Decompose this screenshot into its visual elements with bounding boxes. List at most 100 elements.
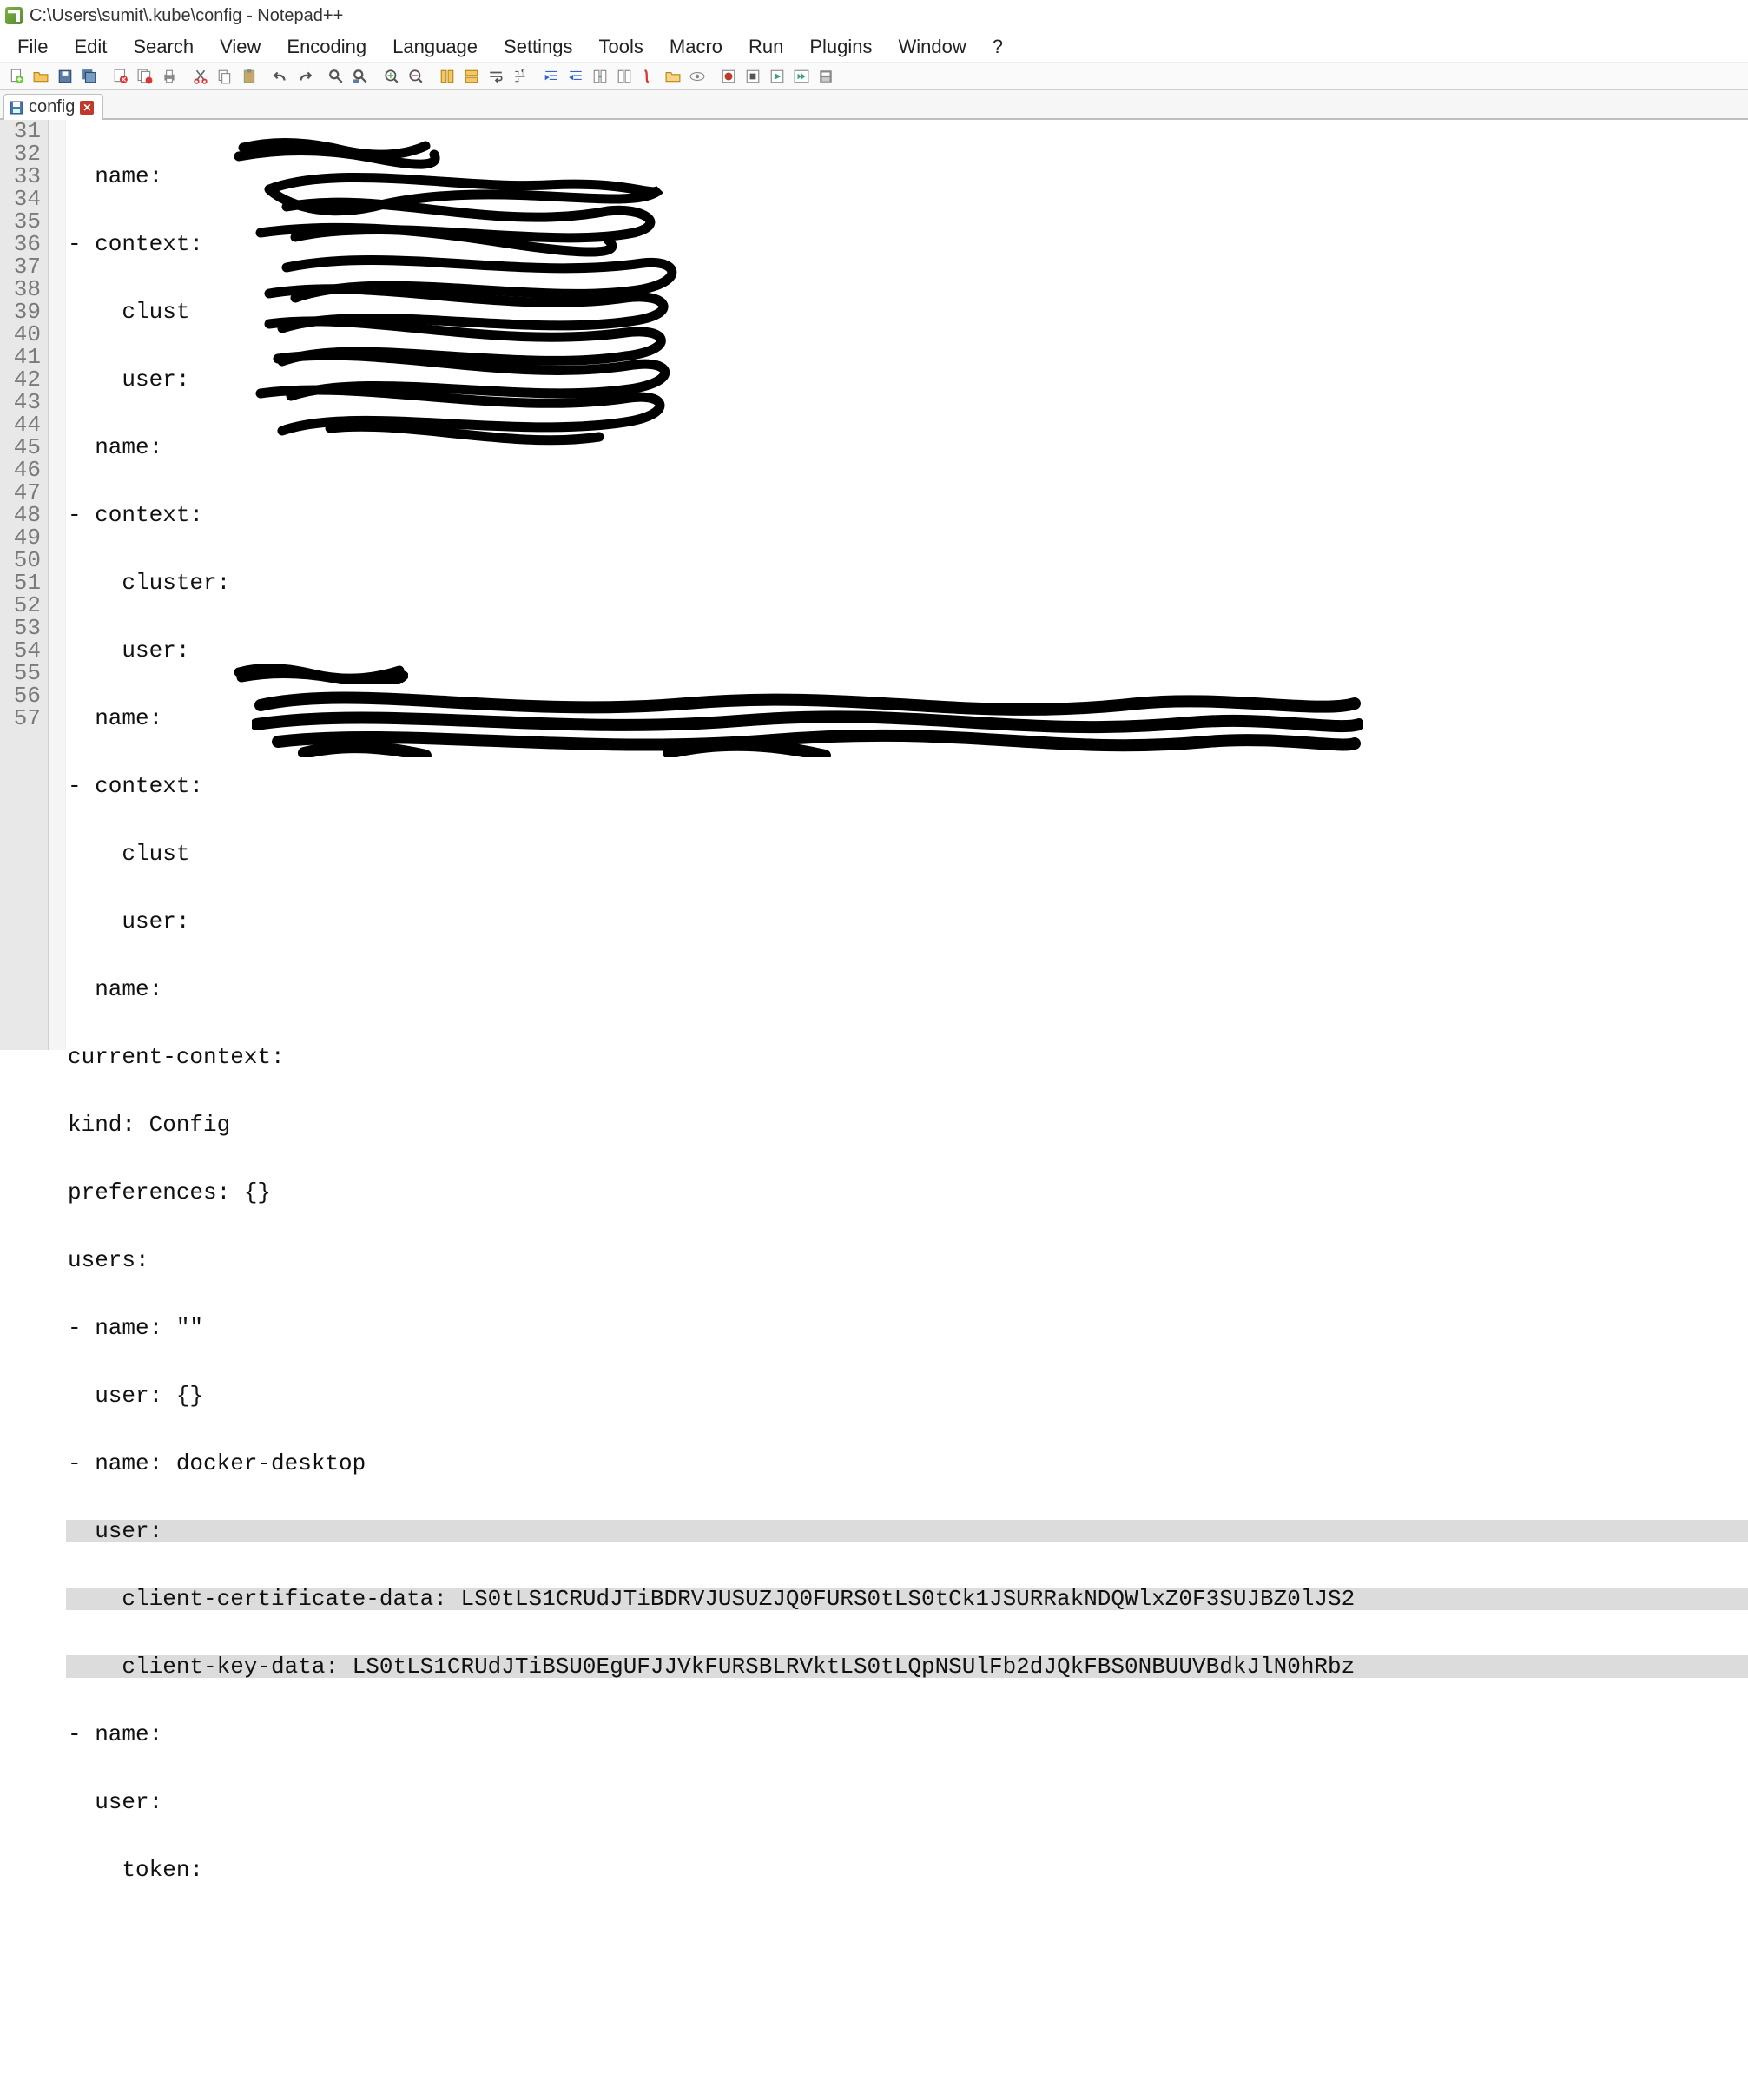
toolbar: ¶ xyxy=(0,63,1748,90)
code-line[interactable]: clust xyxy=(66,842,1748,865)
code-line[interactable]: name: xyxy=(66,707,1748,730)
line-number: 55 xyxy=(0,662,41,684)
find-icon[interactable] xyxy=(325,65,347,88)
code-line[interactable]: user: xyxy=(66,910,1748,933)
code-line[interactable]: - context: xyxy=(66,775,1748,797)
tab-label: config xyxy=(29,97,75,117)
code-line[interactable]: - context: xyxy=(66,504,1748,526)
menu-edit[interactable]: Edit xyxy=(62,32,119,62)
line-number: 52 xyxy=(0,594,41,617)
line-number: 41 xyxy=(0,346,41,368)
print-icon[interactable] xyxy=(158,65,181,88)
replace-icon[interactable] xyxy=(349,65,372,88)
show-all-icon[interactable]: ¶ xyxy=(509,65,531,88)
menu-macro[interactable]: Macro xyxy=(657,32,735,62)
folder-icon[interactable] xyxy=(662,65,684,88)
code-line[interactable]: cluster: xyxy=(66,571,1748,594)
menu-window[interactable]: Window xyxy=(887,32,979,62)
code-line[interactable]: - name: docker-desktop xyxy=(66,1452,1748,1475)
line-number: 49 xyxy=(0,526,41,549)
redo-icon[interactable] xyxy=(294,65,316,88)
svg-text:¶: ¶ xyxy=(521,69,524,76)
save-macro-icon[interactable] xyxy=(815,65,837,88)
code-line[interactable]: token: xyxy=(66,1859,1748,1881)
play-icon[interactable] xyxy=(766,65,788,88)
function-list-icon[interactable] xyxy=(637,65,660,88)
code-line[interactable]: name: xyxy=(66,165,1748,188)
app-icon xyxy=(5,7,23,24)
code-line[interactable]: kind: Config xyxy=(66,1113,1748,1136)
code-line[interactable]: current-context: xyxy=(66,1046,1748,1068)
zoom-in-icon[interactable] xyxy=(380,65,403,88)
menu-run[interactable]: Run xyxy=(736,32,795,62)
menu-settings[interactable]: Settings xyxy=(491,32,585,62)
line-number: 38 xyxy=(0,278,41,300)
line-number: 51 xyxy=(0,571,41,594)
close-all-icon[interactable] xyxy=(134,65,156,88)
outdent-icon[interactable] xyxy=(564,65,587,88)
line-number: 37 xyxy=(0,255,41,278)
menu-tools[interactable]: Tools xyxy=(587,32,656,62)
tab-close-icon[interactable]: ✕ xyxy=(80,101,94,115)
code-area[interactable]: name: - context: clust user: name: - con… xyxy=(66,120,1748,1050)
convert-icon[interactable] xyxy=(589,65,611,88)
code-line[interactable]: user: {} xyxy=(66,1384,1748,1407)
line-number: 46 xyxy=(0,459,41,481)
line-number: 42 xyxy=(0,368,41,391)
menu-encoding[interactable]: Encoding xyxy=(274,32,379,62)
code-line[interactable] xyxy=(66,1926,1748,1949)
code-line[interactable]: user: xyxy=(66,368,1748,391)
menu-language[interactable]: Language xyxy=(380,32,490,62)
line-number: 33 xyxy=(0,165,41,188)
undo-icon[interactable] xyxy=(269,65,292,88)
tab-config[interactable]: config ✕ xyxy=(3,94,103,120)
code-line[interactable]: client-key-data: LS0tLS1CRUdJTiBSU0EgUFJ… xyxy=(66,1655,1748,1678)
monitor-icon[interactable] xyxy=(686,65,709,88)
open-file-icon[interactable] xyxy=(30,65,52,88)
code-line[interactable]: user: xyxy=(66,1520,1748,1542)
save-icon[interactable] xyxy=(54,65,76,88)
cut-icon[interactable] xyxy=(189,65,212,88)
code-line[interactable]: name: xyxy=(66,978,1748,1000)
code-line[interactable]: users: xyxy=(66,1249,1748,1271)
line-number: 43 xyxy=(0,391,41,413)
wrap-icon[interactable] xyxy=(485,65,507,88)
close-icon[interactable] xyxy=(109,65,132,88)
line-number: 48 xyxy=(0,504,41,526)
menu-file[interactable]: File xyxy=(5,32,60,62)
stop-icon[interactable] xyxy=(742,65,764,88)
line-number: 39 xyxy=(0,300,41,323)
line-number: 50 xyxy=(0,549,41,571)
code-line[interactable]: - context: xyxy=(66,233,1748,255)
line-number: 36 xyxy=(0,233,41,255)
indent-icon[interactable] xyxy=(540,65,563,88)
menu-search[interactable]: Search xyxy=(121,32,206,62)
comment-icon[interactable] xyxy=(613,65,636,88)
code-line[interactable]: name: xyxy=(66,436,1748,459)
copy-icon[interactable] xyxy=(214,65,236,88)
zoom-out-icon[interactable] xyxy=(405,65,427,88)
new-file-icon[interactable] xyxy=(5,65,28,88)
line-number: 31 xyxy=(0,120,41,142)
code-line[interactable]: preferences: {} xyxy=(66,1181,1748,1204)
sync-v-icon[interactable] xyxy=(436,65,458,88)
code-line[interactable]: user: xyxy=(66,639,1748,662)
line-number: 45 xyxy=(0,436,41,459)
sync-h-icon[interactable] xyxy=(460,65,483,88)
menu-help[interactable]: ? xyxy=(980,32,1015,62)
window-title: C:\Users\sumit\.kube\config - Notepad++ xyxy=(30,6,343,26)
code-line[interactable]: client-certificate-data: LS0tLS1CRUdJTiB… xyxy=(66,1588,1748,1610)
menu-view[interactable]: View xyxy=(208,32,273,62)
code-line[interactable]: - name: xyxy=(66,1723,1748,1746)
save-all-icon[interactable] xyxy=(78,65,101,88)
code-line[interactable]: user: xyxy=(66,1791,1748,1813)
code-line[interactable]: clust xyxy=(66,300,1748,323)
line-number: 53 xyxy=(0,617,41,639)
line-number: 32 xyxy=(0,142,41,165)
menu-bar: File Edit Search View Encoding Language … xyxy=(0,31,1748,63)
menu-plugins[interactable]: Plugins xyxy=(797,32,884,62)
fast-forward-icon[interactable] xyxy=(790,65,813,88)
code-line[interactable]: - name: "" xyxy=(66,1317,1748,1339)
paste-icon[interactable] xyxy=(238,65,261,88)
record-icon[interactable] xyxy=(717,65,740,88)
